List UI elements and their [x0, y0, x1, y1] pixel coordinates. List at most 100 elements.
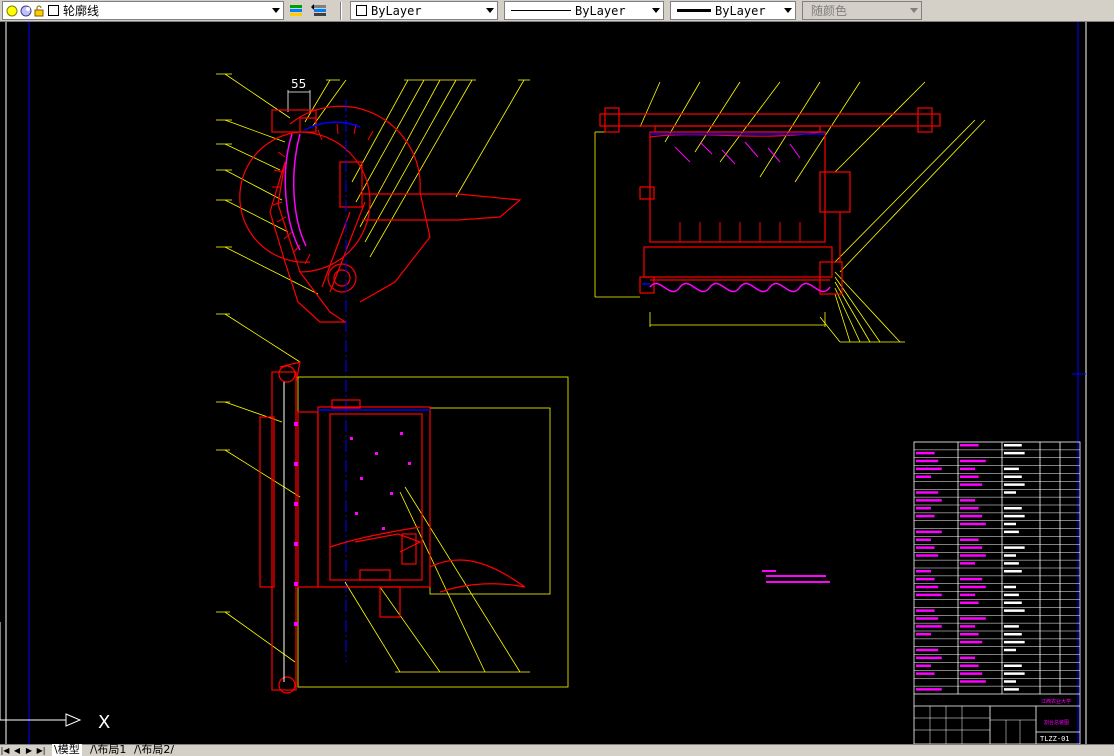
parts-row-text — [960, 467, 975, 471]
parts-row-text — [960, 444, 979, 447]
last-tab-button[interactable]: ▶| — [36, 745, 46, 756]
parts-row-text — [1004, 467, 1019, 471]
parts-row-text — [1004, 444, 1022, 447]
chevron-down-icon[interactable] — [483, 2, 497, 19]
layer-name: 轮廓线 — [63, 4, 100, 18]
parts-row-text — [916, 546, 935, 549]
parts-row-text — [960, 601, 979, 604]
parts-row-text — [916, 538, 931, 541]
parts-row-text — [1004, 514, 1025, 518]
parts-row-text — [960, 507, 979, 510]
parts-row-text — [916, 664, 931, 667]
properties-toolbar: 轮廓线 ByLayer ByLayer ByLayer 随颜色 — [0, 0, 1114, 22]
linetype-combo[interactable]: ByLayer — [504, 1, 664, 20]
linetype-value: ByLayer — [575, 3, 626, 18]
layer-combo[interactable]: 轮廓线 — [2, 1, 284, 20]
chevron-down-icon[interactable] — [781, 2, 795, 19]
layer-color-icon — [48, 5, 59, 16]
parts-row-text — [1004, 688, 1019, 691]
parts-row-text — [960, 538, 979, 541]
parts-row-text — [916, 577, 935, 581]
parts-row-text — [960, 483, 983, 486]
model-space-canvas[interactable]: 55 江西农业大学 割台总装图 TLZZ-01 X — [0, 22, 1114, 744]
plotstyle-value: 随颜色 — [811, 4, 848, 18]
parts-row-text — [916, 609, 935, 612]
parts-row-text — [1004, 648, 1016, 652]
parts-row-text — [1004, 546, 1025, 549]
parts-row-text — [916, 625, 942, 628]
parts-row-text — [960, 625, 975, 628]
parts-row-text — [960, 514, 983, 518]
parts-row-text — [1004, 640, 1025, 644]
chevron-down-icon[interactable] — [649, 2, 663, 19]
plotstyle-combo: 随颜色 — [802, 1, 922, 20]
linetype-sample — [511, 10, 571, 11]
parts-row-text — [916, 491, 939, 494]
parts-row-text — [1004, 554, 1016, 557]
next-tab-button[interactable]: ▶ — [24, 745, 34, 756]
parts-row-text — [916, 633, 931, 636]
lineweight-combo[interactable]: ByLayer — [670, 1, 796, 20]
parts-row-text — [1004, 601, 1022, 604]
parts-row-text — [916, 656, 942, 660]
parts-row-text — [1004, 585, 1016, 589]
parts-row-text — [1004, 483, 1025, 486]
tab-model[interactable]: \模型 — [52, 744, 82, 756]
parts-row-text — [960, 672, 983, 675]
parts-row-text — [916, 475, 931, 478]
parts-row-text — [916, 672, 935, 675]
parts-row-text — [1004, 672, 1025, 675]
make-current-icon[interactable] — [288, 3, 306, 17]
parts-row-text — [916, 467, 942, 471]
first-arrow-icon: |◀ — [0, 746, 10, 755]
parts-row-text — [1004, 593, 1019, 597]
parts-row-text — [916, 570, 931, 573]
parts-row-text — [916, 530, 942, 534]
first-tab-button[interactable]: |◀ — [0, 745, 10, 756]
parts-row-text — [960, 617, 986, 620]
parts-row-text — [960, 640, 983, 644]
parts-row-text — [1004, 491, 1016, 494]
color-combo[interactable]: ByLayer — [350, 1, 498, 20]
ucs-x-label: X — [98, 712, 110, 733]
parts-row-text — [916, 459, 939, 463]
layout-tabbar: |◀ ◀ ▶ ▶| \模型 /\布局1 /\布局2/ — [0, 744, 1114, 756]
lineweight-sample — [677, 9, 711, 12]
parts-row-text — [916, 617, 939, 620]
parts-row-text — [1004, 625, 1019, 628]
parts-row-text — [1004, 507, 1022, 510]
parts-row-text — [916, 585, 939, 589]
layer-freeze-icon — [19, 4, 33, 18]
drawing-code: TLZZ-01 — [1040, 735, 1070, 743]
chevron-down-icon[interactable] — [269, 2, 283, 19]
color-value: ByLayer — [371, 3, 422, 18]
parts-row-text — [1004, 530, 1019, 534]
prev-tab-button[interactable]: ◀ — [12, 745, 22, 756]
parts-row-text — [1004, 475, 1022, 478]
tab-layout2[interactable]: /\布局2/ — [132, 744, 176, 756]
right-arrow-icon: ▶ — [25, 746, 33, 755]
parts-row-text — [960, 546, 983, 549]
parts-row-text — [960, 656, 975, 660]
parts-row-text — [916, 554, 939, 557]
parts-row-text — [960, 475, 979, 478]
university-name: 江西农业大学 — [1041, 698, 1071, 705]
layer-lock-icon — [33, 4, 47, 18]
toolbar-separator — [340, 2, 342, 20]
parts-row-text — [960, 554, 986, 557]
parts-row-text — [1004, 633, 1022, 636]
parts-row-text — [960, 593, 975, 597]
parts-row-text — [916, 499, 942, 502]
parts-row-text — [960, 680, 986, 683]
parts-row-text — [960, 633, 979, 636]
parts-row-text — [1004, 680, 1016, 683]
layer-previous-icon[interactable] — [310, 3, 328, 17]
lineweight-value: ByLayer — [715, 3, 766, 18]
left-arrow-icon: ◀ — [13, 746, 21, 755]
parts-row-text — [1004, 562, 1019, 565]
parts-row-text — [916, 593, 942, 597]
dimension-text: 55 — [291, 77, 306, 91]
tab-layout1[interactable]: /\布局1 — [88, 744, 128, 756]
parts-row-text — [1004, 664, 1022, 667]
parts-row-text — [1004, 609, 1025, 612]
